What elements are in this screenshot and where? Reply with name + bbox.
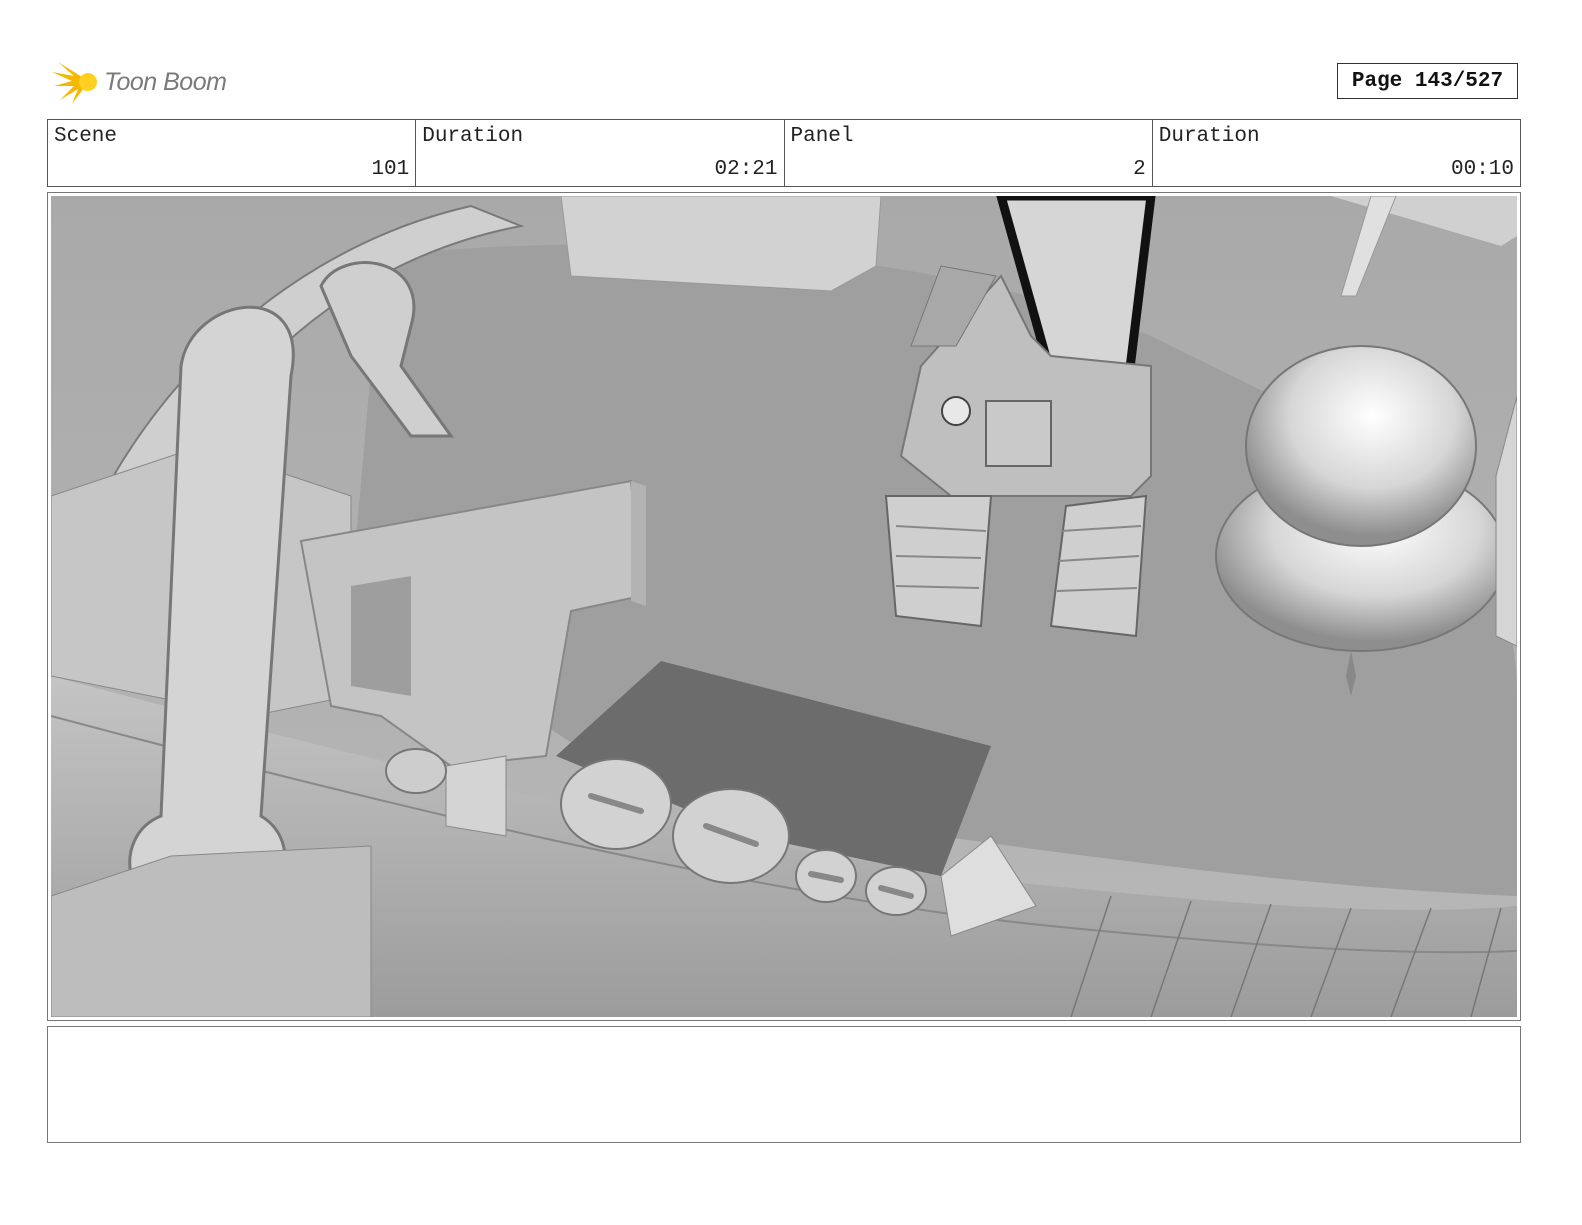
panel-duration-label: Duration [1158, 125, 1260, 148]
panel-cell: Panel 2 [785, 120, 1153, 186]
panel-label: Panel [790, 125, 854, 148]
page-number: Page 143/527 [1337, 63, 1518, 99]
scene-value: 101 [371, 158, 410, 181]
train-window [351, 576, 411, 696]
train-step [445, 755, 507, 837]
toon-boom-logo: Toon Boom [50, 56, 250, 108]
scene-duration-cell: Duration 02:21 [416, 120, 785, 186]
wall-block [560, 196, 882, 292]
panel-value: 2 [1133, 158, 1146, 181]
scene-duration-label: Duration [422, 125, 524, 148]
crane-track-right [1049, 494, 1148, 638]
panel-artwork [51, 196, 1517, 1017]
panel-duration-value: 00:10 [1450, 158, 1514, 181]
panel-notes [47, 1026, 1521, 1143]
panel-info-table: Scene 101 Duration 02:21 Panel 2 Duratio… [47, 119, 1521, 187]
character-head [941, 396, 971, 426]
crane-track-left [884, 495, 993, 628]
scene-duration-value: 02:21 [714, 158, 778, 181]
star-burst-icon [52, 62, 97, 104]
logo-text: Toon Boom [104, 67, 227, 96]
crane-winch [985, 400, 1052, 467]
scene-cell: Scene 101 [48, 120, 417, 186]
dome-top [1245, 345, 1477, 547]
scene-label: Scene [54, 125, 118, 148]
panel-duration-cell: Duration 00:10 [1153, 120, 1520, 186]
wheel [385, 748, 447, 794]
storyboard-panel [47, 192, 1521, 1021]
